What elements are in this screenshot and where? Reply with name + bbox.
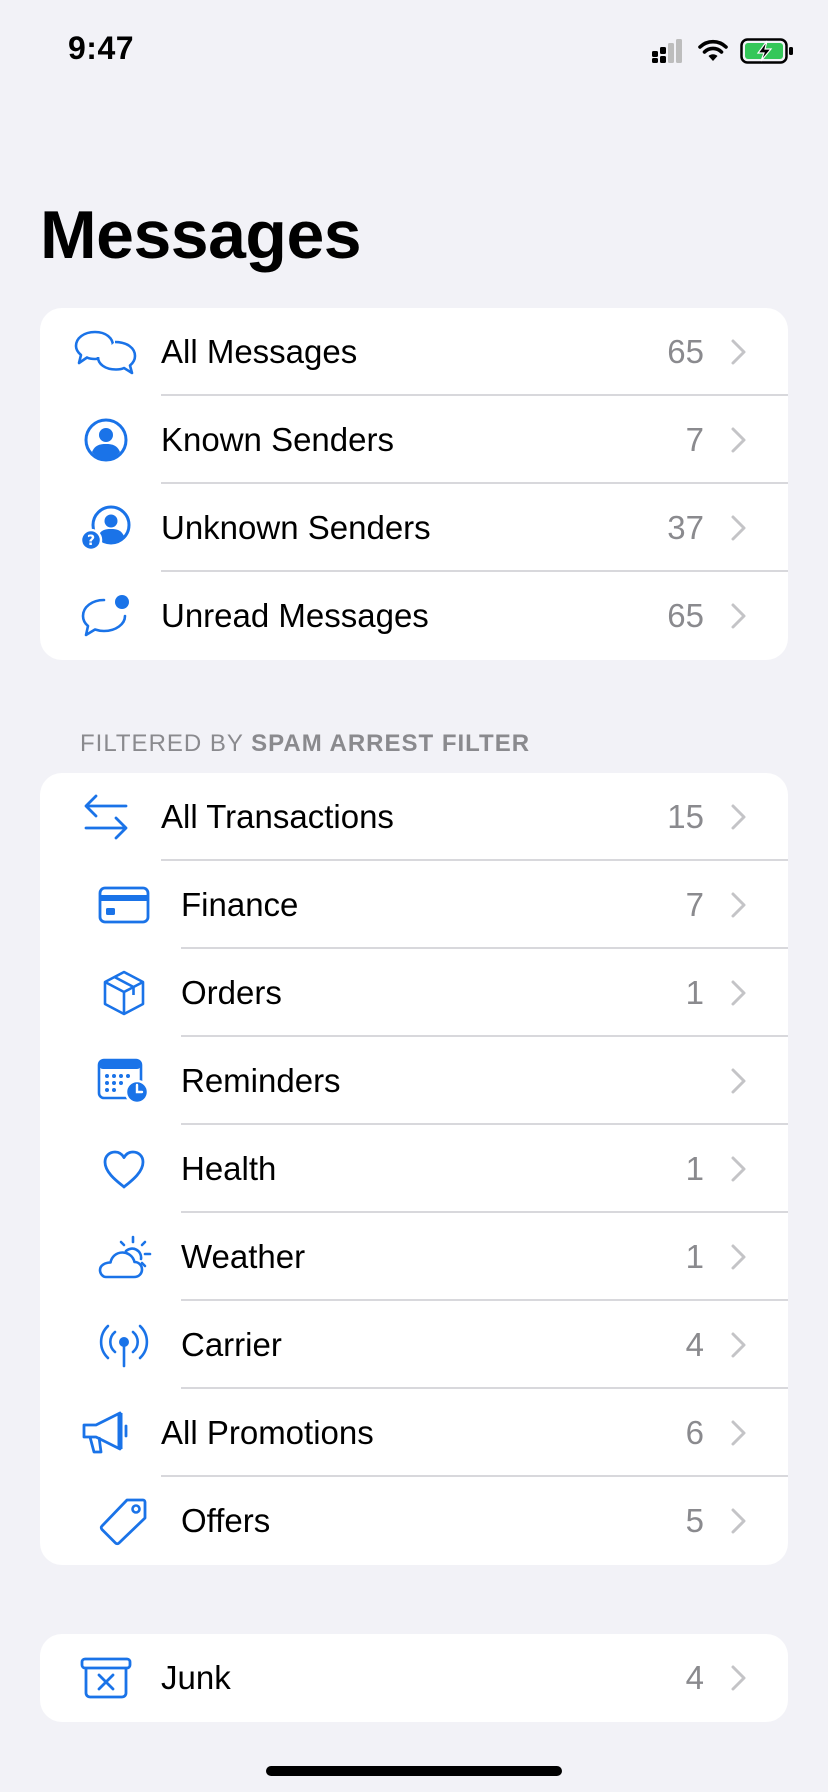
chevron-right-icon xyxy=(731,892,746,918)
svg-text:?: ? xyxy=(87,533,95,549)
battery-charging-icon xyxy=(740,38,793,64)
row-finance[interactable]: Finance 7 xyxy=(40,861,788,949)
row-all-transactions[interactable]: All Transactions 15 xyxy=(40,773,788,861)
row-label: Known Senders xyxy=(161,421,394,458)
row-count: 1 xyxy=(685,1150,704,1187)
chevron-right-icon xyxy=(731,339,746,365)
page-title: Messages xyxy=(40,197,362,273)
row-label: Finance xyxy=(181,886,299,923)
row-label: All Messages xyxy=(161,333,358,370)
row-reminders[interactable]: Reminders xyxy=(40,1037,788,1125)
chevron-right-icon xyxy=(731,1665,746,1691)
row-label: Unknown Senders xyxy=(161,509,431,546)
filter-section-header: FILTERED BY SPAM ARREST FILTER xyxy=(80,730,530,758)
row-count: 37 xyxy=(667,509,704,546)
row-count: 15 xyxy=(667,798,704,835)
heart-icon xyxy=(103,1150,145,1189)
chevron-right-icon xyxy=(731,1508,746,1534)
home-indicator[interactable] xyxy=(266,1766,562,1776)
chevron-right-icon xyxy=(731,1068,746,1094)
chevron-right-icon xyxy=(731,1244,746,1270)
arrows-left-right-icon xyxy=(84,794,128,840)
chevron-right-icon xyxy=(731,427,746,453)
section-header-prefix: FILTERED BY xyxy=(80,730,244,757)
tag-icon xyxy=(99,1498,147,1546)
row-weather[interactable]: Weather 1 xyxy=(40,1213,788,1301)
row-all-promotions[interactable]: All Promotions 6 xyxy=(40,1389,788,1477)
status-time: 9:47 xyxy=(68,30,135,66)
row-count: 65 xyxy=(667,597,704,634)
junk-bin-icon xyxy=(80,1657,132,1699)
row-count: 5 xyxy=(685,1502,704,1539)
row-label: Health xyxy=(181,1150,277,1187)
person-circle-icon xyxy=(84,418,128,462)
section-header-filter-name: SPAM ARREST FILTER xyxy=(251,730,531,757)
row-carrier[interactable]: Carrier 4 xyxy=(40,1301,788,1389)
row-label: All Transactions xyxy=(161,798,394,835)
row-known-senders[interactable]: Known Senders 7 xyxy=(40,396,788,484)
row-count: 65 xyxy=(667,333,704,370)
cellular-signal-icon xyxy=(652,39,682,63)
row-offers[interactable]: Offers 5 xyxy=(40,1477,788,1565)
row-label: Offers xyxy=(181,1502,271,1539)
row-count: 4 xyxy=(685,1326,704,1363)
row-label: Junk xyxy=(161,1659,231,1696)
chevron-right-icon xyxy=(731,603,746,629)
row-count: 7 xyxy=(685,886,704,923)
chevron-right-icon xyxy=(731,1156,746,1182)
row-count: 1 xyxy=(685,974,704,1011)
antenna-icon xyxy=(99,1324,149,1368)
row-label: Orders xyxy=(181,974,282,1011)
credit-card-icon xyxy=(98,886,150,924)
row-label: Carrier xyxy=(181,1326,282,1363)
messages-screen: 9:47 Messages All Messages 65 Known Send… xyxy=(0,0,828,1792)
row-count: 7 xyxy=(685,421,704,458)
row-label: Weather xyxy=(181,1238,306,1275)
shipping-box-icon xyxy=(103,970,145,1016)
main-mailboxes-group: All Messages 65 Known Senders 7 ? Unknow… xyxy=(40,308,788,660)
row-health[interactable]: Health 1 xyxy=(40,1125,788,1213)
row-count: 4 xyxy=(685,1659,704,1696)
row-label: All Promotions xyxy=(161,1414,374,1451)
chat-bubbles-icon xyxy=(74,330,137,375)
junk-group: Junk 4 xyxy=(40,1634,788,1722)
row-junk[interactable]: Junk 4 xyxy=(40,1634,788,1722)
chevron-right-icon xyxy=(731,980,746,1006)
chat-unread-icon xyxy=(81,595,129,637)
row-unread-messages[interactable]: Unread Messages 65 xyxy=(40,572,788,660)
wifi-icon xyxy=(698,39,728,61)
chevron-right-icon xyxy=(731,804,746,830)
row-count: 1 xyxy=(685,1238,704,1275)
row-label: Unread Messages xyxy=(161,597,429,634)
status-bar: 9:47 xyxy=(0,0,828,100)
status-icons xyxy=(652,36,794,66)
row-label: Reminders xyxy=(181,1062,341,1099)
chevron-right-icon xyxy=(731,1420,746,1446)
row-orders[interactable]: Orders 1 xyxy=(40,949,788,1037)
row-count: 6 xyxy=(685,1414,704,1451)
chevron-right-icon xyxy=(731,1332,746,1358)
row-all-messages[interactable]: All Messages 65 xyxy=(40,308,788,396)
calendar-clock-icon xyxy=(97,1058,150,1104)
chevron-right-icon xyxy=(731,515,746,541)
megaphone-icon xyxy=(82,1411,128,1454)
filtered-mailboxes-group: All Transactions 15 Finance 7 Orders 1 R… xyxy=(40,773,788,1565)
person-question-icon: ? xyxy=(79,505,131,552)
row-unknown-senders[interactable]: ? Unknown Senders 37 xyxy=(40,484,788,572)
cloud-sun-icon xyxy=(98,1235,152,1279)
